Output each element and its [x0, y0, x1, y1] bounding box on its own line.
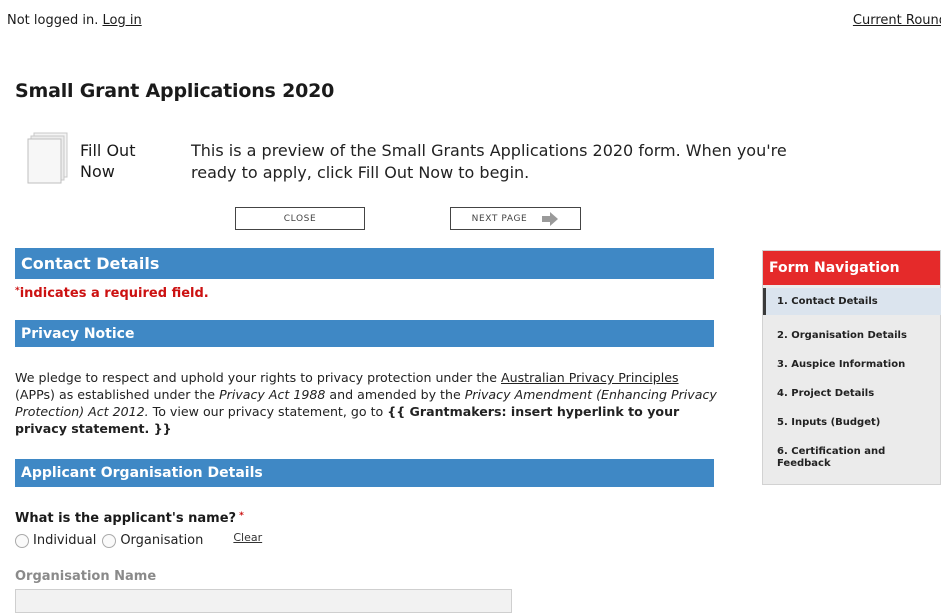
arrow-right-icon: [542, 211, 559, 226]
required-star: *: [239, 511, 244, 521]
section-header-applicant-organisation: Applicant Organisation Details: [15, 459, 714, 487]
page-title: Small Grant Applications 2020: [15, 80, 335, 102]
radio-organisation-label[interactable]: Organisation: [120, 533, 203, 548]
applicant-name-question: What is the applicant's name? *: [15, 511, 244, 526]
login-status: Not logged in. Log in: [7, 13, 142, 28]
form-navigation-panel: Form Navigation 1. Contact Details 2. Or…: [762, 250, 941, 485]
radio-option-organisation[interactable]: Organisation: [102, 533, 207, 548]
form-navigation-header: Form Navigation: [763, 251, 940, 285]
privacy-act-name: Privacy Act 1988: [219, 387, 326, 402]
privacy-text-2: (APPs) as established under the: [15, 387, 220, 402]
australian-privacy-principles-link[interactable]: Australian Privacy Principles: [501, 370, 679, 385]
preview-description: This is a preview of the Small Grants Ap…: [191, 141, 787, 182]
document-stack-icon[interactable]: [27, 132, 69, 184]
next-page-button-label: NEXT PAGE: [471, 213, 528, 224]
nav-item-contact-details[interactable]: 1. Contact Details: [763, 288, 941, 315]
nav-item-inputs-budget[interactable]: 5. Inputs (Budget): [763, 417, 941, 429]
privacy-text-4: To view our privacy statement, go to: [148, 404, 388, 419]
privacy-text-3: and amended by the: [325, 387, 465, 402]
privacy-text-1: We pledge to respect and uphold your rig…: [15, 370, 502, 385]
nav-item-organisation-details[interactable]: 2. Organisation Details: [763, 330, 941, 342]
required-field-note: *indicates a required field.: [15, 286, 209, 301]
current-round-link[interactable]: Current Round: [853, 13, 941, 28]
radio-individual[interactable]: [15, 533, 29, 548]
radio-organisation[interactable]: [102, 533, 117, 548]
login-status-text: Not logged in.: [7, 13, 99, 28]
top-bar: Not logged in. Log in Current Round: [0, 0, 941, 40]
nav-item-project-details[interactable]: 4. Project Details: [763, 388, 941, 400]
privacy-paragraph: We pledge to respect and uphold your rig…: [15, 369, 720, 437]
fill-out-now-label: Fill Out Now: [80, 141, 136, 181]
required-note-text: indicates a required field.: [19, 286, 209, 301]
clear-selection-link[interactable]: Clear: [233, 531, 262, 544]
login-link[interactable]: Log in: [102, 13, 141, 28]
applicant-type-radio-group: Individual Organisation Clear: [15, 531, 262, 548]
organisation-name-input[interactable]: [15, 589, 512, 613]
section-header-contact-details: Contact Details: [15, 248, 714, 279]
fill-out-now-link[interactable]: Fill Out Now: [80, 140, 150, 182]
next-page-button[interactable]: NEXT PAGE: [450, 207, 581, 230]
close-button[interactable]: CLOSE: [235, 207, 365, 230]
nav-item-certification-feedback[interactable]: 6. Certification and Feedback: [763, 446, 913, 470]
radio-individual-label[interactable]: Individual: [33, 533, 96, 548]
close-button-label: CLOSE: [283, 213, 317, 224]
question-text: What is the applicant's name?: [15, 511, 237, 526]
organisation-name-label: Organisation Name: [15, 569, 157, 584]
nav-item-auspice-information[interactable]: 3. Auspice Information: [763, 359, 941, 371]
section-header-privacy-notice: Privacy Notice: [15, 320, 714, 347]
radio-option-individual[interactable]: Individual: [15, 533, 100, 548]
